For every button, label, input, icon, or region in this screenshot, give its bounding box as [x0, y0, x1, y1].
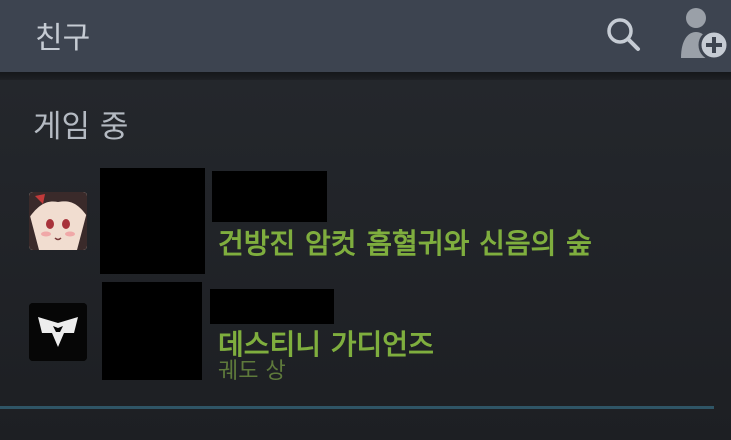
add-friend-icon	[681, 8, 730, 61]
game-icon-art	[29, 303, 87, 361]
add-friend-button[interactable]	[676, 4, 731, 64]
game-icon-art	[29, 192, 87, 250]
avatar	[102, 282, 202, 380]
friends-header: 친구	[0, 0, 731, 72]
game-name: 건방진 암컷 흡혈귀와 신음의 숲	[218, 227, 592, 260]
avatar	[100, 168, 205, 274]
friend-row[interactable]: 데스티니 가디언즈 궤도 상	[0, 280, 731, 390]
search-icon	[607, 18, 640, 51]
list-divider	[0, 406, 714, 409]
friend-name	[210, 289, 334, 324]
header-title: 친구	[35, 21, 91, 56]
search-button[interactable]	[600, 12, 646, 56]
section-title-in-game: 게임 중	[33, 109, 129, 145]
friend-name	[212, 171, 327, 222]
game-rich-presence: 궤도 상	[218, 359, 286, 384]
header-shadow	[0, 72, 731, 80]
anime-girl-game-icon	[29, 192, 87, 250]
destiny-logo-icon	[29, 303, 87, 361]
friend-row[interactable]: 건방진 암컷 흡혈귀와 신음의 숲	[0, 165, 731, 275]
